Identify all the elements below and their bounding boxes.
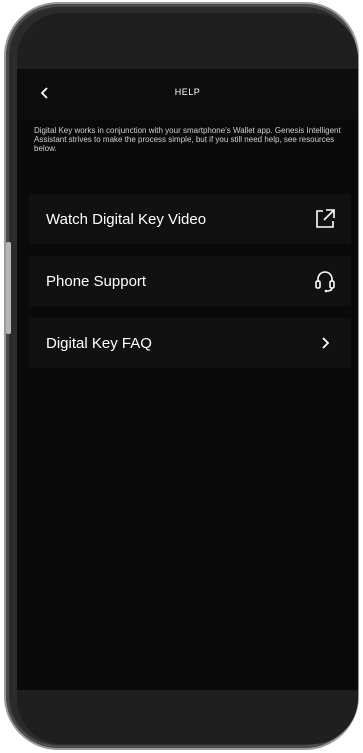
chevron-right-icon xyxy=(311,329,339,357)
app-screen: HELP Digital Key works in conjunction wi… xyxy=(17,13,358,744)
phone-support-row[interactable]: Phone Support xyxy=(29,256,351,306)
status-area xyxy=(17,13,358,69)
headset-icon xyxy=(311,267,339,295)
help-intro-text: Digital Key works in conjunction with yo… xyxy=(34,126,341,153)
external-link-icon xyxy=(311,205,339,233)
digital-key-faq-label: Digital Key FAQ xyxy=(46,334,152,352)
phone-side-button xyxy=(6,242,11,334)
watch-video-label: Watch Digital Key Video xyxy=(46,210,207,228)
bottom-bar xyxy=(17,690,358,744)
digital-key-faq-row[interactable]: Digital Key FAQ xyxy=(29,318,351,368)
page-title: HELP xyxy=(174,87,201,97)
watch-video-row[interactable]: Watch Digital Key Video xyxy=(29,194,351,244)
phone-support-label: Phone Support xyxy=(46,272,147,290)
help-header: HELP xyxy=(17,69,358,119)
phone-frame: HELP Digital Key works in conjunction wi… xyxy=(4,2,359,750)
